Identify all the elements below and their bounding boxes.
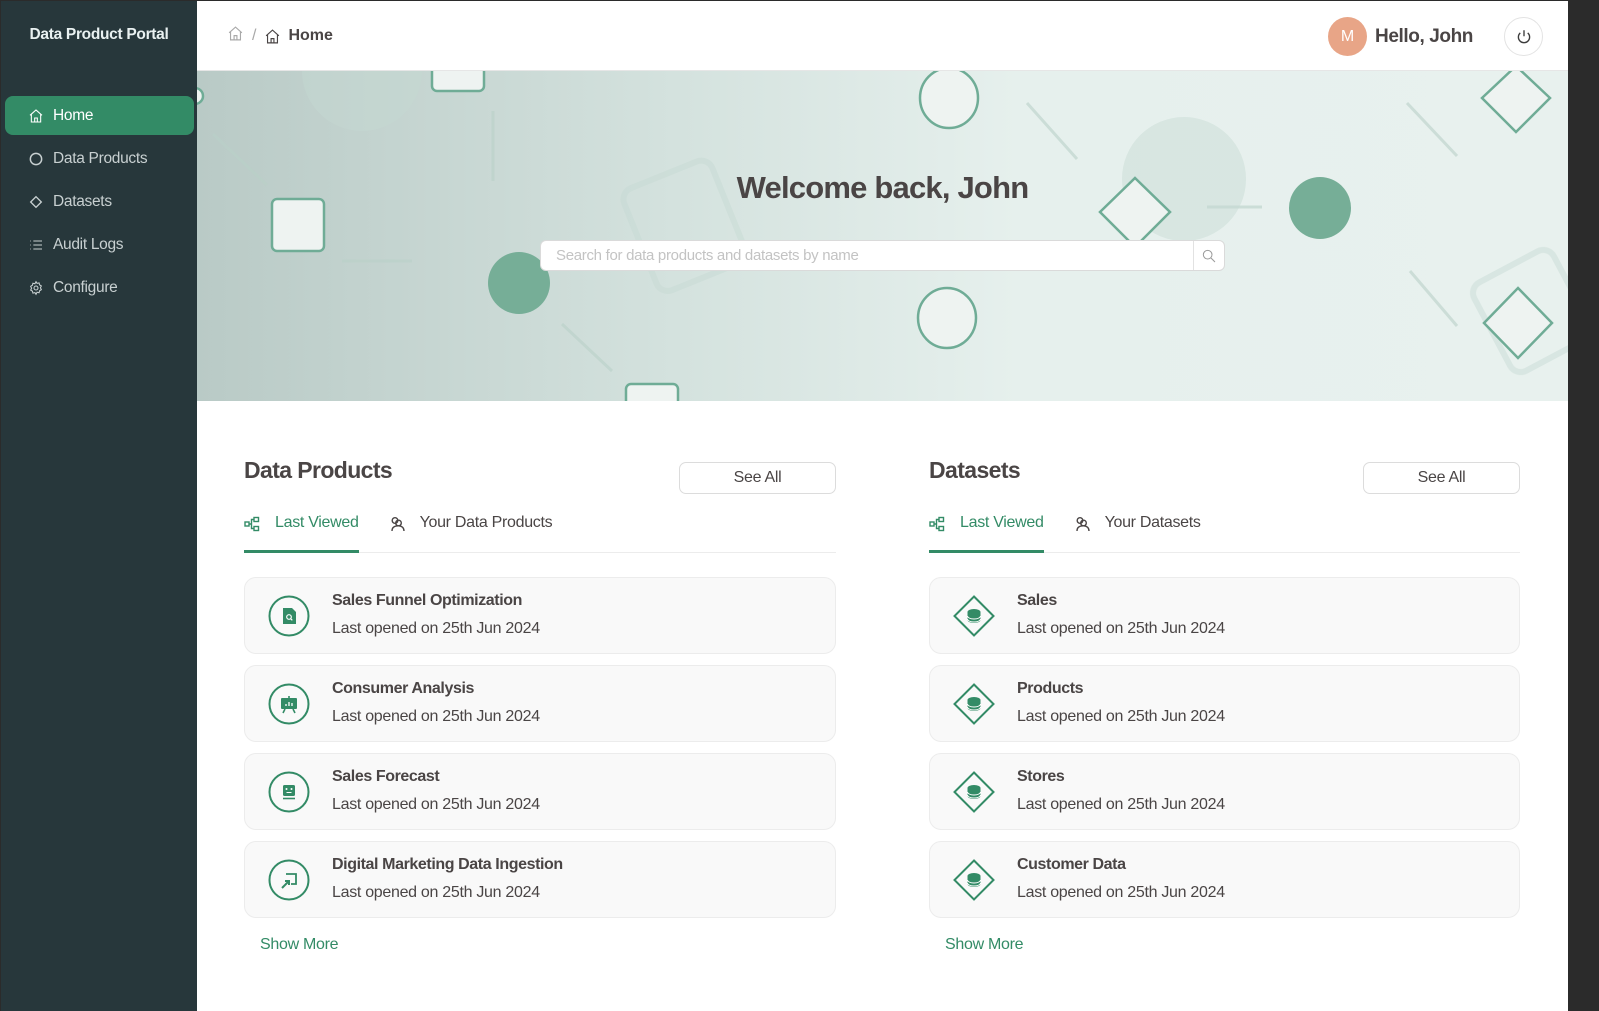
- datasets-list: Sales Last opened on 25th Jun 2024 Produ…: [929, 577, 1520, 929]
- search-input[interactable]: [541, 241, 1193, 270]
- item-last-opened: Last opened on 25th Jun 2024: [1017, 884, 1225, 901]
- tab-label: Last Viewed: [275, 514, 359, 531]
- database-diamond-icon: [953, 683, 995, 725]
- users-icon: [1074, 516, 1090, 532]
- sidebar-item-label: Home: [53, 106, 94, 124]
- item-last-opened: Last opened on 25th Jun 2024: [1017, 620, 1225, 637]
- sidebar-item-data-products[interactable]: Data Products: [5, 139, 194, 178]
- item-last-opened: Last opened on 25th Jun 2024: [332, 796, 540, 813]
- user-menu[interactable]: M Hello, John: [1328, 17, 1473, 56]
- item-last-opened: Last opened on 25th Jun 2024: [332, 708, 540, 725]
- gear-icon: [27, 279, 45, 297]
- item-name: Sales Funnel Optimization: [332, 592, 523, 609]
- item-last-opened: Last opened on 25th Jun 2024: [1017, 796, 1225, 813]
- item-name: Consumer Analysis: [332, 680, 474, 697]
- item-name: Digital Marketing Data Ingestion: [332, 856, 563, 873]
- home-icon: [266, 28, 280, 43]
- list-item[interactable]: Products Last opened on 25th Jun 2024: [929, 665, 1520, 742]
- search-icon: [1202, 249, 1216, 262]
- power-icon: [1517, 29, 1530, 43]
- list-item[interactable]: Stores Last opened on 25th Jun 2024: [929, 753, 1520, 830]
- logout-button[interactable]: [1504, 17, 1543, 56]
- item-name: Sales Forecast: [332, 768, 440, 785]
- search-button[interactable]: [1193, 241, 1224, 270]
- database-diamond-icon: [953, 595, 995, 637]
- search-bar: [540, 240, 1225, 271]
- import-icon: [268, 859, 310, 901]
- see-all-data-products-button[interactable]: See All: [679, 462, 836, 494]
- sidebar-item-label: Data Products: [53, 149, 148, 167]
- data-products-list: Sales Funnel Optimization Last opened on…: [244, 577, 836, 929]
- robot-icon: [268, 771, 310, 813]
- item-last-opened: Last opened on 25th Jun 2024: [332, 620, 540, 637]
- tab-your-data-products[interactable]: Your Data Products: [389, 514, 553, 553]
- sidebar-item-configure[interactable]: Configure: [5, 268, 194, 307]
- item-name: Stores: [1017, 768, 1065, 785]
- tab-last-viewed[interactable]: Last Viewed: [244, 514, 359, 553]
- datasets-section: Datasets See All Last Viewed Your Datase…: [929, 451, 1520, 953]
- sidebar-item-datasets[interactable]: Datasets: [5, 182, 194, 221]
- home-icon: [27, 107, 45, 125]
- tab-label: Your Datasets: [1104, 514, 1201, 531]
- sidebar-item-home[interactable]: Home: [5, 96, 194, 135]
- tab-label: Last Viewed: [960, 514, 1044, 531]
- diamond-icon: [27, 193, 45, 211]
- circle-icon: [27, 150, 45, 168]
- avatar[interactable]: M: [1328, 17, 1367, 56]
- list-item[interactable]: Sales Forecast Last opened on 25th Jun 2…: [244, 753, 836, 830]
- sidebar-item-label: Datasets: [53, 192, 112, 210]
- breadcrumb-current-label: Home: [288, 27, 333, 44]
- show-more-data-products-link[interactable]: Show More: [260, 936, 339, 954]
- breadcrumb-current: Home: [264, 27, 333, 45]
- item-name: Customer Data: [1017, 856, 1126, 873]
- sidebar: Data Product Portal Home Data Products D…: [1, 1, 197, 1011]
- data-products-tabs: Last Viewed Your Data Products: [244, 514, 836, 553]
- list-item[interactable]: Digital Marketing Data Ingestion Last op…: [244, 841, 836, 918]
- home-icon: [228, 26, 243, 41]
- sidebar-item-label: Configure: [53, 278, 118, 296]
- window-edge: [1568, 0, 1599, 1011]
- list-item[interactable]: Sales Last opened on 25th Jun 2024: [929, 577, 1520, 654]
- sidebar-item-audit-logs[interactable]: Audit Logs: [5, 225, 194, 264]
- breadcrumb: / Home: [227, 25, 333, 47]
- list-item[interactable]: Customer Data Last opened on 25th Jun 20…: [929, 841, 1520, 918]
- hero-banner: Welcome back, John: [197, 71, 1568, 401]
- app-title: Data Product Portal: [29, 26, 169, 43]
- list-item[interactable]: Sales Funnel Optimization Last opened on…: [244, 577, 836, 654]
- top-bar: / Home M Hello, John: [197, 1, 1568, 71]
- list-icon: [27, 236, 45, 254]
- welcome-title: Welcome back, John: [736, 170, 1029, 205]
- sidebar-nav: Home Data Products Datasets Audit Logs C…: [5, 96, 194, 311]
- tab-last-viewed[interactable]: Last Viewed: [929, 514, 1044, 553]
- sidebar-item-label: Audit Logs: [53, 235, 124, 253]
- hero-decoration: [197, 71, 1568, 401]
- users-icon: [389, 516, 405, 532]
- data-products-section: Data Products See All Last Viewed Your D…: [244, 451, 836, 953]
- file-search-icon: [268, 595, 310, 637]
- breadcrumb-home-link[interactable]: [227, 25, 244, 47]
- show-more-datasets-link[interactable]: Show More: [945, 936, 1024, 954]
- datasets-tabs: Last Viewed Your Datasets: [929, 514, 1520, 553]
- database-diamond-icon: [953, 859, 995, 901]
- database-diamond-icon: [953, 771, 995, 813]
- item-name: Products: [1017, 680, 1084, 697]
- see-all-datasets-button[interactable]: See All: [1363, 462, 1520, 494]
- breadcrumb-separator: /: [252, 27, 257, 44]
- presentation-chart-icon: [268, 683, 310, 725]
- user-greeting: Hello, John: [1375, 25, 1473, 47]
- hierarchy-icon: [244, 516, 260, 532]
- main-content: / Home M Hello, John Welcome back, John …: [197, 1, 1568, 1011]
- item-last-opened: Last opened on 25th Jun 2024: [1017, 708, 1225, 725]
- tab-label: Your Data Products: [419, 514, 553, 531]
- tab-your-datasets[interactable]: Your Datasets: [1074, 514, 1201, 553]
- hierarchy-icon: [929, 516, 945, 532]
- list-item[interactable]: Consumer Analysis Last opened on 25th Ju…: [244, 665, 836, 742]
- item-last-opened: Last opened on 25th Jun 2024: [332, 884, 540, 901]
- item-name: Sales: [1017, 592, 1057, 609]
